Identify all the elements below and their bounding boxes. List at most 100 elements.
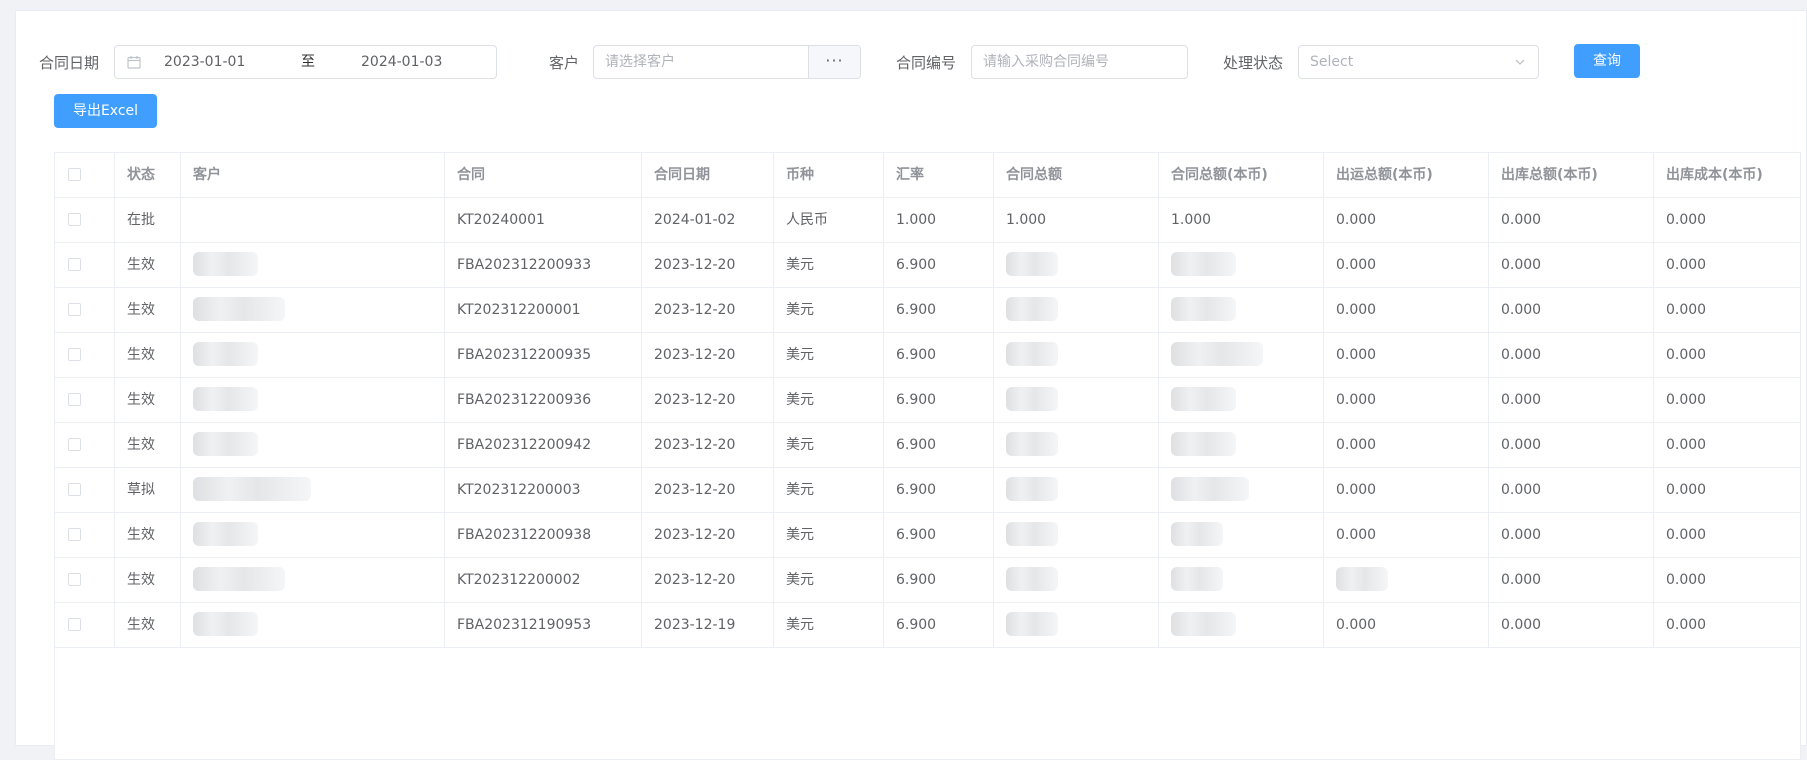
row-checkbox[interactable] — [68, 573, 81, 586]
customer-select[interactable]: 请选择客户 ··· — [593, 45, 861, 79]
cell-total-local — [1159, 468, 1324, 512]
cell-ship-total: 0.000 — [1324, 513, 1489, 557]
cell-contract: FBA202312190953 — [445, 603, 642, 647]
cell-rate: 6.900 — [884, 333, 994, 377]
cell-out-total: 0.000 — [1489, 333, 1654, 377]
column-header[interactable]: 出库总额(本币) — [1489, 153, 1654, 197]
cell-rate: 6.900 — [884, 288, 994, 332]
cell-contract: KT20240001 — [445, 198, 642, 242]
redacted-value — [193, 567, 285, 591]
column-header[interactable]: 合同 — [445, 153, 642, 197]
column-header[interactable]: 出库成本(本币) — [1654, 153, 1800, 197]
redacted-value — [193, 522, 258, 546]
table-row: 草拟 KT202312200003 2023-12-20 美元 6.900 0.000 0.… — [55, 468, 1800, 513]
cell-rate: 6.900 — [884, 558, 994, 602]
cell-contract: FBA202312200933 — [445, 243, 642, 287]
cell-contract: KT202312200001 — [445, 288, 642, 332]
cell-out-cost: 0.000 — [1666, 617, 1707, 633]
cell-total — [994, 513, 1159, 557]
redacted-value — [1006, 612, 1058, 636]
cell-out-total: 0.000 — [1489, 288, 1654, 332]
cell-out-total: 0.000 — [1489, 378, 1654, 422]
cell-out-total: 0.000 — [1489, 558, 1654, 602]
checkbox-cell — [55, 423, 115, 467]
column-header[interactable]: 状态 — [115, 153, 181, 197]
cell-total — [994, 558, 1159, 602]
page-container: 合同日期 2023-01-01 至 2024-01-03 客户 请选择客户 ··… — [15, 10, 1807, 760]
cell-status: 生效 — [115, 333, 181, 377]
redacted-value — [1006, 387, 1058, 411]
cell-out-cost: 0.000 — [1666, 527, 1707, 543]
row-checkbox[interactable] — [68, 393, 81, 406]
column-header[interactable]: 出运总额(本币) — [1324, 153, 1489, 197]
table-row: 生效 FBA202312200935 2023-12-20 美元 6.900 0.000 0… — [55, 333, 1800, 378]
customer-input[interactable]: 请选择客户 — [605, 46, 675, 78]
column-header[interactable]: 合同日期 — [642, 153, 774, 197]
cell-rate: 6.900 — [884, 243, 994, 287]
cell-out-total: 0.000 — [1489, 198, 1654, 242]
cell-total — [994, 423, 1159, 467]
contract-label: 合同编号 — [896, 54, 957, 72]
redacted-value — [1006, 567, 1058, 591]
cell-currency: 美元 — [774, 333, 884, 377]
row-checkbox[interactable] — [68, 348, 81, 361]
cell-currency: 美元 — [774, 558, 884, 602]
row-checkbox[interactable] — [68, 258, 81, 271]
redacted-value — [1171, 477, 1249, 501]
redacted-value — [1006, 252, 1058, 276]
cell-rate: 6.900 — [884, 423, 994, 467]
cell-ship-total: 0.000 — [1324, 288, 1489, 332]
row-checkbox[interactable] — [68, 528, 81, 541]
cell-total-local — [1159, 243, 1324, 287]
redacted-value — [1171, 612, 1236, 636]
redacted-value — [1006, 477, 1058, 501]
checkbox-cell — [55, 558, 115, 602]
column-header[interactable]: 币种 — [774, 153, 884, 197]
export-excel-button[interactable]: 导出Excel — [54, 94, 157, 128]
table-row: 在批 KT20240001 2024-01-02 人民币 1.000 1.000 1.000… — [55, 198, 1800, 243]
cell-out-total: 0.000 — [1489, 423, 1654, 467]
cell-total — [994, 288, 1159, 332]
column-header[interactable]: 汇率 — [884, 153, 994, 197]
cell-status: 生效 — [115, 423, 181, 467]
row-checkbox[interactable] — [68, 213, 81, 226]
row-checkbox[interactable] — [68, 483, 81, 496]
cell-out-cost: 0.000 — [1666, 437, 1707, 453]
contract-number-input[interactable]: 请输入采购合同编号 — [971, 45, 1188, 79]
query-button[interactable]: 查询 — [1574, 44, 1640, 78]
row-checkbox[interactable] — [68, 303, 81, 316]
table-row: 生效 FBA202312200936 2023-12-20 美元 6.900 0.000 0… — [55, 378, 1800, 423]
cell-ship-total: 0.000 — [1324, 333, 1489, 377]
date-end-input[interactable]: 2024-01-03 — [361, 46, 442, 78]
more-icon[interactable]: ··· — [808, 46, 860, 78]
cell-out-total: 0.000 — [1489, 513, 1654, 557]
cell-date: 2023-12-20 — [642, 333, 774, 377]
column-header[interactable]: 合同总额 — [994, 153, 1159, 197]
column-header[interactable]: 客户 — [181, 153, 445, 197]
column-header[interactable]: 合同总额(本币) — [1159, 153, 1324, 197]
redacted-value — [193, 387, 258, 411]
redacted-value — [1171, 342, 1263, 366]
row-checkbox[interactable] — [68, 438, 81, 451]
select-all-checkbox[interactable] — [68, 168, 81, 181]
cell-total-local: 1.000 — [1159, 198, 1324, 242]
cell-total — [994, 468, 1159, 512]
cell-out-cost: 0.000 — [1666, 257, 1707, 273]
status-select[interactable]: Select — [1298, 45, 1539, 79]
cell-date: 2023-12-20 — [642, 378, 774, 422]
date-start-input[interactable]: 2023-01-01 — [164, 46, 245, 78]
date-range-picker[interactable]: 2023-01-01 至 2024-01-03 — [114, 45, 497, 79]
redacted-value — [1336, 567, 1388, 591]
cell-customer — [181, 243, 445, 287]
cell-ship-total: 0.000 — [1324, 378, 1489, 422]
redacted-value — [1171, 252, 1236, 276]
cell-contract: FBA202312200942 — [445, 423, 642, 467]
cell-total-local — [1159, 558, 1324, 602]
cell-contract: KT202312200003 — [445, 468, 642, 512]
row-checkbox[interactable] — [68, 618, 81, 631]
cell-rate: 6.900 — [884, 468, 994, 512]
cell-out-total: 0.000 — [1489, 603, 1654, 647]
redacted-value — [193, 342, 258, 366]
cell-date: 2024-01-02 — [642, 198, 774, 242]
cell-status: 生效 — [115, 513, 181, 557]
